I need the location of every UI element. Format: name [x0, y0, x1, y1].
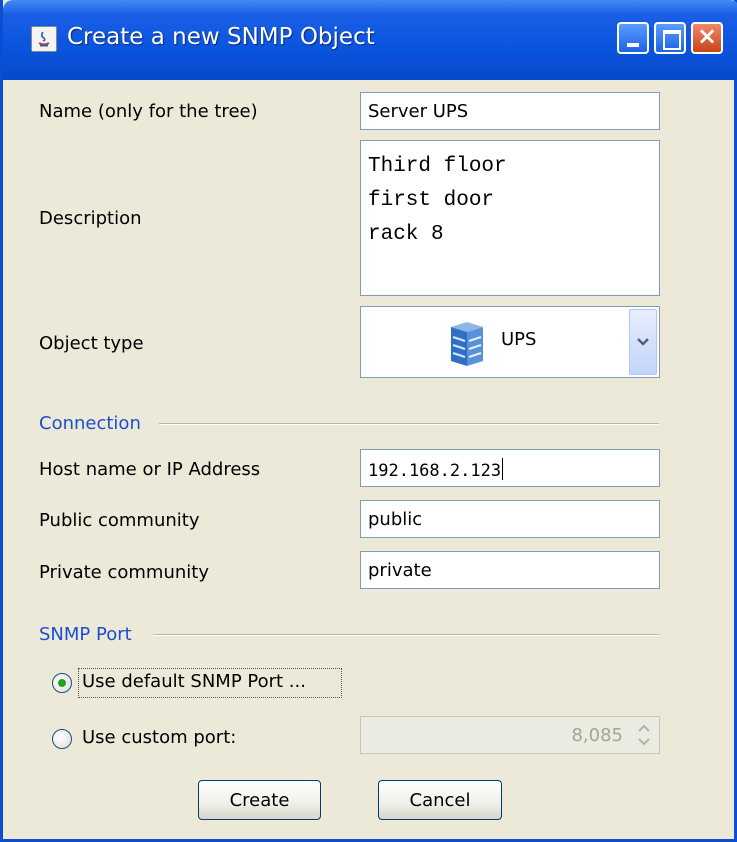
spinner-arrows-icon[interactable] — [631, 719, 657, 751]
snmp-port-separator — [153, 634, 659, 636]
public-community-label: Public community — [39, 510, 200, 531]
default-port-label[interactable]: Use default SNMP Port ... — [82, 671, 306, 692]
default-port-radio[interactable] — [52, 673, 72, 693]
connection-section-title: Connection — [39, 413, 141, 434]
minimize-icon — [627, 43, 639, 47]
description-line: rack 8 — [368, 223, 444, 246]
server-stack-icon — [451, 322, 483, 366]
object-type-combobox[interactable]: UPS — [360, 306, 660, 378]
maximize-icon — [663, 30, 681, 50]
title-bar[interactable]: Create a new SNMP Object × — [3, 0, 737, 80]
dialog-window: Create a new SNMP Object × Name (only fo… — [0, 0, 737, 842]
object-type-value: UPS — [501, 329, 537, 350]
name-input[interactable]: Server UPS — [360, 92, 660, 130]
description-line: first door — [368, 189, 495, 212]
custom-port-value: 8,085 — [571, 725, 623, 746]
public-community-input[interactable]: public — [360, 500, 660, 538]
combobox-dropdown-button[interactable] — [629, 309, 657, 375]
close-button[interactable]: × — [691, 22, 723, 54]
description-line: Third floor — [368, 155, 507, 178]
connection-separator — [159, 423, 659, 425]
text-cursor — [502, 458, 504, 480]
host-label: Host name or IP Address — [39, 459, 261, 480]
radio-selected-dot — [58, 679, 66, 687]
private-community-label: Private community — [39, 562, 209, 583]
chevron-down-icon — [637, 338, 649, 346]
cancel-button[interactable]: Cancel — [378, 780, 502, 820]
custom-port-label[interactable]: Use custom port: — [82, 727, 236, 748]
host-input[interactable]: 192.168.2.123 — [360, 449, 660, 487]
close-icon: × — [696, 22, 718, 50]
name-label: Name (only for the tree) — [39, 101, 258, 122]
object-type-label: Object type — [39, 333, 144, 354]
minimize-button[interactable] — [617, 22, 649, 54]
private-community-input[interactable]: private — [360, 551, 660, 589]
description-textarea[interactable]: Third floor first door rack 8 — [360, 140, 660, 296]
maximize-button[interactable] — [654, 22, 686, 54]
host-value: 192.168.2.123 — [368, 461, 502, 481]
window-title: Create a new SNMP Object — [67, 24, 375, 50]
create-button[interactable]: Create — [198, 780, 321, 820]
custom-port-spinner[interactable]: 8,085 — [360, 716, 660, 754]
description-label: Description — [39, 208, 142, 229]
custom-port-radio[interactable] — [52, 729, 72, 749]
java-icon[interactable] — [31, 26, 57, 52]
snmp-port-section-title: SNMP Port — [39, 624, 132, 645]
